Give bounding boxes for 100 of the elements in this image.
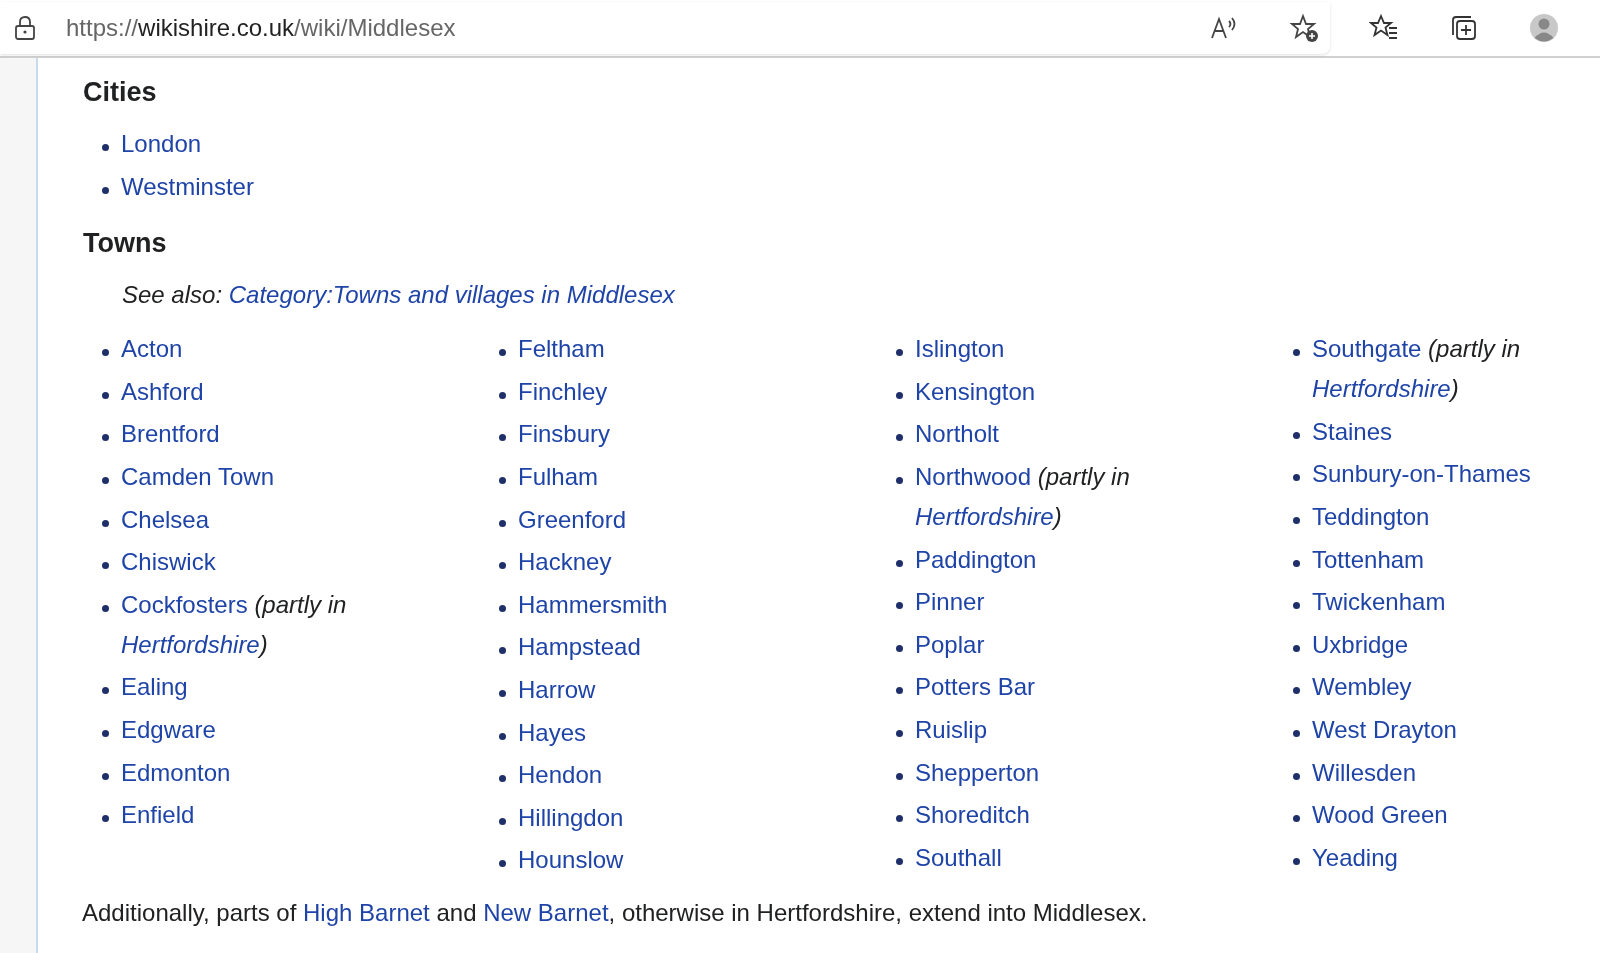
bullet-icon <box>102 687 109 695</box>
town-link[interactable]: Hillingdon <box>518 803 624 831</box>
town-link[interactable]: Potters Bar <box>915 673 1036 701</box>
town-link[interactable]: Southall <box>915 843 1002 871</box>
bullet-icon <box>896 644 903 652</box>
bullet-icon <box>896 857 903 865</box>
town-link[interactable]: Greenford <box>518 505 627 533</box>
section-heading: Towns <box>83 227 168 261</box>
bullet-icon <box>1293 857 1300 865</box>
bullet-icon <box>896 729 903 737</box>
town-link[interactable]: Northwood <box>915 462 1032 490</box>
additional-note-text: Additionally, parts of High Barnet and New Barnet, otherwise in Hertfordshire, extend into Middlesex. <box>82 897 1149 928</box>
bullet-icon <box>1293 772 1300 780</box>
town-link[interactable]: Finsbury <box>518 420 611 448</box>
town-entry-text: Southgate (partly in Hertfordshire) <box>1312 334 1522 405</box>
town-link[interactable]: Fulham <box>518 462 599 490</box>
town-link[interactable]: Enfield <box>121 801 195 829</box>
bullet-icon <box>102 144 109 151</box>
bullet-icon <box>102 434 109 442</box>
town-link[interactable]: Brentford <box>121 420 220 448</box>
bullet-icon <box>1293 474 1300 482</box>
bullet-icon <box>896 391 903 399</box>
bullet-icon <box>1293 559 1300 567</box>
see-also-text: See also: Category:Towns and villages in Middlesex <box>122 280 676 311</box>
town-link[interactable]: Harrow <box>518 675 596 703</box>
town-link[interactable]: Hounslow <box>518 846 624 874</box>
town-link[interactable]: Twickenham <box>1312 588 1446 616</box>
town-link[interactable]: Uxbridge <box>1312 630 1409 658</box>
bullet-icon <box>1293 729 1300 737</box>
place-link[interactable]: High Barnet <box>303 898 430 926</box>
address-field[interactable]: https://wikishire.co.uk/wiki/Middlesex <box>66 14 456 42</box>
town-link[interactable]: Finchley <box>518 377 608 405</box>
town-link[interactable]: Staines <box>1312 417 1393 445</box>
place-link[interactable]: New Barnet <box>483 898 609 926</box>
bullet-icon <box>1293 687 1300 695</box>
town-link[interactable]: Hammersmith <box>518 590 668 618</box>
town-link[interactable]: Islington <box>915 335 1005 363</box>
bullet-icon <box>1293 602 1300 610</box>
category-link[interactable]: Category:Towns and villages in Middlesex <box>228 281 675 309</box>
town-link[interactable]: Paddington <box>915 545 1037 573</box>
town-link[interactable]: Hayes <box>518 718 587 746</box>
town-link[interactable]: Feltham <box>518 335 605 363</box>
collections-icon <box>1449 13 1479 43</box>
town-link[interactable]: Ealing <box>121 673 188 701</box>
town-link[interactable]: Hendon <box>518 761 603 789</box>
town-link[interactable]: Southgate <box>1312 335 1422 363</box>
bullet-icon <box>499 860 506 868</box>
bullet-icon <box>499 817 506 825</box>
town-link[interactable]: Edmonton <box>121 758 231 786</box>
bullet-icon <box>102 391 109 399</box>
town-link[interactable]: Cockfosters <box>121 590 248 618</box>
favorite-add-icon <box>1289 13 1319 43</box>
town-link[interactable]: Westminster <box>121 172 254 200</box>
town-link[interactable]: West Drayton <box>1312 715 1457 743</box>
bullet-icon <box>102 729 109 737</box>
bullet-icon <box>499 562 506 570</box>
bullet-icon <box>896 772 903 780</box>
bullet-icon <box>499 476 506 484</box>
town-link[interactable]: Chelsea <box>121 505 210 533</box>
bullet-icon <box>896 434 903 442</box>
town-link[interactable]: Hackney <box>518 548 612 576</box>
town-link[interactable]: Chiswick <box>121 548 216 576</box>
town-link[interactable]: Kensington <box>915 377 1036 405</box>
bullet-icon <box>102 476 109 484</box>
town-link[interactable]: Hampstead <box>518 633 641 661</box>
bullet-icon <box>499 647 506 655</box>
bullet-icon <box>102 815 109 823</box>
town-link[interactable]: Yeading <box>1312 843 1398 871</box>
town-link[interactable]: Acton <box>121 335 183 363</box>
town-link[interactable]: Wood Green <box>1312 801 1448 829</box>
bullet-icon <box>1293 349 1300 357</box>
town-link[interactable]: Ruislip <box>915 715 988 743</box>
bullet-icon <box>499 519 506 527</box>
town-link[interactable]: Teddington <box>1312 502 1430 530</box>
bullet-icon <box>499 689 506 697</box>
bullet-icon <box>1293 431 1300 439</box>
town-link[interactable]: Camden Town <box>121 462 274 490</box>
bullet-icon <box>1293 644 1300 652</box>
town-link[interactable]: Tottenham <box>1312 545 1425 573</box>
town-link[interactable]: Pinner <box>915 588 985 616</box>
bullet-icon <box>102 349 109 357</box>
bullet-icon <box>896 559 903 567</box>
section-heading: Cities <box>83 76 158 109</box>
bullet-icon <box>896 349 903 357</box>
town-link[interactable]: Willesden <box>1312 758 1417 786</box>
town-link[interactable]: Wembley <box>1312 673 1412 701</box>
town-link[interactable]: Sunbury-on-Thames <box>1312 460 1531 488</box>
bullet-icon <box>102 604 109 612</box>
profile-avatar-icon <box>1529 13 1559 43</box>
town-link[interactable]: Northolt <box>915 420 1000 448</box>
bullet-icon <box>1293 815 1300 823</box>
town-link[interactable]: Shepperton <box>915 758 1040 786</box>
bullet-icon <box>896 815 903 823</box>
town-link[interactable]: London <box>121 130 202 157</box>
town-link[interactable]: Poplar <box>915 630 985 658</box>
bullet-icon <box>499 391 506 399</box>
town-link[interactable]: Shoreditch <box>915 801 1030 829</box>
town-link[interactable]: Ashford <box>121 377 204 405</box>
town-link[interactable]: Edgware <box>121 715 216 743</box>
bullet-icon <box>102 772 109 780</box>
